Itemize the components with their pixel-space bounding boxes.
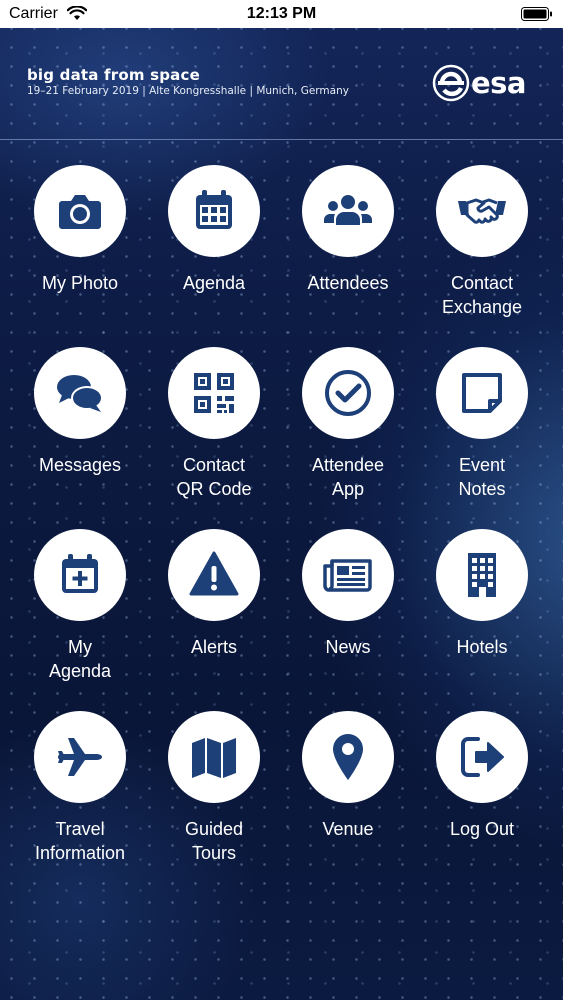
agenda-circle (168, 165, 260, 257)
status-bar: Carrier 12:13 PM (0, 0, 563, 28)
sticky-note-icon (462, 373, 502, 413)
my-photo-circle (34, 165, 126, 257)
messages-button[interactable]: Messages (13, 347, 147, 477)
tile-label: Venue (322, 819, 374, 839)
esa-logo: esa (432, 64, 527, 102)
attendees-button[interactable]: Attendees (281, 165, 415, 295)
tile-label: Contact Exchange (441, 273, 523, 317)
contact-qr-code-circle (168, 347, 260, 439)
chat-bubbles-icon (57, 375, 103, 412)
travel-information-button[interactable]: Travel Information (13, 711, 147, 865)
news-button[interactable]: News (281, 529, 415, 659)
venue-button[interactable]: Venue (281, 711, 415, 841)
log-out-button[interactable]: Log Out (415, 711, 549, 841)
map-icon (192, 738, 236, 778)
attendee-app-button[interactable]: Attendee App (281, 347, 415, 501)
tile-label: Messages (38, 455, 122, 475)
alerts-circle (168, 529, 260, 621)
tile-label: Agenda (182, 273, 246, 293)
tile-label: Attendees (307, 273, 389, 293)
attendees-circle (302, 165, 394, 257)
newspaper-icon (323, 559, 372, 592)
attendee-app-circle (302, 347, 394, 439)
qr-code-icon (194, 373, 234, 413)
tile-label: My Photo (41, 273, 119, 293)
building-icon (468, 553, 496, 597)
tile-label: News (325, 637, 371, 657)
esa-logo-text: esa (471, 66, 527, 100)
airplane-icon (58, 738, 102, 776)
guided-tours-circle (168, 711, 260, 803)
contact-qr-code-button[interactable]: Contact QR Code (147, 347, 281, 501)
esa-logo-mark-icon (432, 64, 470, 102)
my-agenda-circle (34, 529, 126, 621)
calendar-plus-icon (62, 554, 98, 593)
guided-tours-button[interactable]: Guided Tours (147, 711, 281, 865)
my-agenda-button[interactable]: My Agenda (13, 529, 147, 683)
contact-exchange-circle (436, 165, 528, 257)
alerts-button[interactable]: Alerts (147, 529, 281, 659)
battery-icon (521, 7, 553, 26)
event-notes-button[interactable]: Event Notes (415, 347, 549, 501)
people-icon (324, 195, 372, 225)
tile-label: Alerts (190, 637, 237, 657)
event-subtitle: 19–21 February 2019 | Alte Kongresshalle… (27, 85, 349, 97)
tile-label: Travel Information (34, 819, 126, 863)
tile-label: Contact QR Code (176, 455, 252, 499)
camera-icon (59, 195, 101, 229)
contact-exchange-button[interactable]: Contact Exchange (415, 165, 549, 319)
calendar-icon (196, 190, 232, 229)
news-circle (302, 529, 394, 621)
tile-label: My Agenda (48, 637, 112, 681)
location-pin-icon (333, 734, 363, 780)
logout-icon (461, 737, 504, 777)
venue-circle (302, 711, 394, 803)
handshake-icon (458, 198, 506, 224)
messages-circle (34, 347, 126, 439)
hotels-circle (436, 529, 528, 621)
event-banner: big data from space 19–21 February 2019 … (0, 28, 563, 140)
event-title: big data from space (27, 66, 200, 84)
warning-icon (189, 551, 239, 596)
check-circle-icon (325, 370, 371, 416)
hotels-button[interactable]: Hotels (415, 529, 549, 659)
tile-label: Attendee App (311, 455, 385, 499)
my-photo-button[interactable]: My Photo (13, 165, 147, 295)
clock: 12:13 PM (246, 5, 317, 22)
tile-label: Event Notes (458, 455, 506, 499)
tile-label: Guided Tours (184, 819, 244, 863)
event-notes-circle (436, 347, 528, 439)
log-out-circle (436, 711, 528, 803)
travel-information-circle (34, 711, 126, 803)
agenda-button[interactable]: Agenda (147, 165, 281, 295)
tile-label: Hotels (456, 637, 508, 657)
tile-label: Log Out (449, 819, 515, 839)
